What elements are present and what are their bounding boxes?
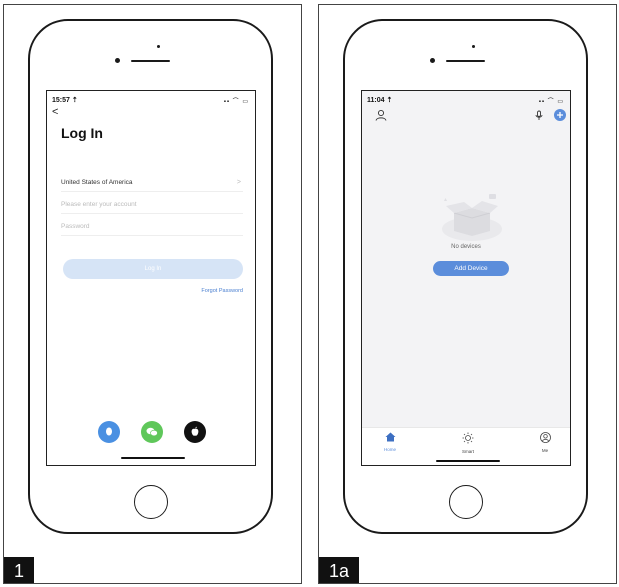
home-indicator — [121, 456, 185, 459]
account-field[interactable]: Please enter your account — [61, 197, 243, 214]
tab-me-label: Me — [541, 448, 549, 453]
speaker-slot — [131, 60, 170, 62]
login-screen: 15:57 ⇡ ▪▪ ⌒ ▭ < Log In United States of… — [46, 90, 256, 466]
empty-box-illustration — [442, 194, 502, 241]
apple-login-icon[interactable] — [184, 421, 206, 443]
sun-icon — [462, 432, 474, 444]
home-indicator — [436, 459, 500, 462]
add-device-button[interactable]: Add Device — [433, 261, 509, 276]
home-button[interactable] — [134, 485, 168, 519]
speaker-slot — [446, 60, 485, 62]
qq-login-icon[interactable] — [98, 421, 120, 443]
tab-home-label: Home — [383, 447, 396, 452]
status-icons: ▪▪ ⌒ ▭ — [538, 99, 564, 105]
tab-bar: Home Smart Me — [362, 427, 570, 465]
page-title: Log In — [61, 125, 103, 141]
back-icon[interactable]: < — [52, 106, 58, 118]
figure-panel-login: 15:57 ⇡ ▪▪ ⌒ ▭ < Log In United States of… — [3, 4, 302, 584]
forgot-password-link[interactable]: Forgot Password — [201, 288, 243, 294]
home-icon — [385, 432, 395, 442]
camera-dot — [430, 58, 435, 63]
status-icons: ▪▪ ⌒ ▭ — [223, 99, 249, 105]
panel-label: 1a — [319, 557, 360, 583]
home-screen: 11:04 ⇡ ▪▪ ⌒ ▭ No devices Add Device Hom… — [361, 90, 571, 466]
tab-smart-label: Smart — [461, 449, 474, 454]
phone-frame: 11:04 ⇡ ▪▪ ⌒ ▭ No devices Add Device Hom… — [343, 19, 588, 534]
chevron-right-icon: > — [236, 179, 241, 186]
status-time: 11:04 ⇡ — [367, 97, 393, 104]
panel-label: 1 — [4, 557, 35, 583]
login-button[interactable]: Log In — [63, 259, 243, 279]
password-field[interactable]: Password — [61, 219, 243, 236]
profile-icon — [539, 432, 551, 443]
figure-panel-home: 11:04 ⇡ ▪▪ ⌒ ▭ No devices Add Device Hom… — [318, 4, 617, 584]
tab-smart[interactable]: Smart — [448, 432, 488, 454]
country-selector[interactable]: United States of America > — [61, 175, 243, 192]
empty-state-text: No devices — [451, 244, 481, 250]
country-value: United States of America — [61, 179, 133, 186]
user-icon[interactable] — [375, 109, 387, 121]
microphone-icon[interactable] — [534, 110, 544, 121]
tab-me[interactable]: Me — [525, 432, 565, 453]
home-button[interactable] — [449, 485, 483, 519]
tab-home[interactable]: Home — [370, 432, 410, 452]
status-time: 15:57 ⇡ — [52, 97, 78, 104]
phone-frame: 15:57 ⇡ ▪▪ ⌒ ▭ < Log In United States of… — [28, 19, 273, 534]
add-icon[interactable] — [554, 109, 566, 121]
sensor-dot — [472, 45, 475, 48]
camera-dot — [115, 58, 120, 63]
sensor-dot — [157, 45, 160, 48]
wechat-login-icon[interactable] — [141, 421, 163, 443]
